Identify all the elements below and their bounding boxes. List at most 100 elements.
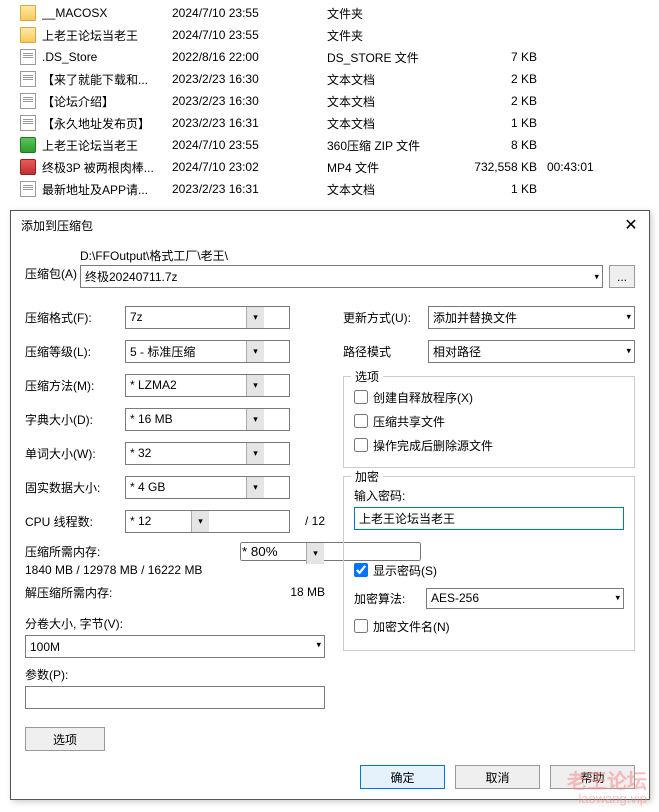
mem-compress-value: 1840 MB / 12978 MB / 16222 MB <box>25 563 325 577</box>
ok-button[interactable]: 确定 <box>360 765 445 789</box>
pathmode-select[interactable] <box>428 340 635 363</box>
enc-alg-select[interactable] <box>426 588 624 609</box>
red-icon <box>20 159 36 175</box>
file-size: 2 KB <box>462 94 547 108</box>
volume-label: 分卷大小, 字节(V): <box>25 615 325 632</box>
options-group: 选项 创建自释放程序(X) 压缩共享文件 操作完成后删除源文件 <box>343 376 635 468</box>
shared-label: 压缩共享文件 <box>373 413 445 430</box>
update-select[interactable] <box>428 306 635 329</box>
file-name: 【来了就能下载和... <box>42 71 172 88</box>
help-button[interactable]: 帮助 <box>550 765 635 789</box>
enc-names-checkbox[interactable] <box>354 619 368 633</box>
file-date: 2023/2/23 16:31 <box>172 182 327 196</box>
word-label: 单词大小(W): <box>25 445 125 462</box>
file-date: 2023/2/23 16:30 <box>172 94 327 108</box>
format-label: 压缩格式(F): <box>25 309 125 326</box>
mem-decompress-value: 18 MB <box>290 585 325 599</box>
update-label: 更新方式(U): <box>343 309 428 326</box>
sfx-label: 创建自释放程序(X) <box>373 389 473 406</box>
file-type: 文件夹 <box>327 5 462 22</box>
cpu-label: CPU 线程数: <box>25 513 125 530</box>
folder-icon <box>20 27 36 43</box>
dict-select[interactable] <box>125 408 290 431</box>
file-icon <box>20 181 36 197</box>
cpu-total: / 12 <box>305 514 325 528</box>
method-label: 压缩方法(M): <box>25 377 125 394</box>
file-row[interactable]: 最新地址及APP请...2023/2/23 16:31文本文档1 KB <box>0 178 659 200</box>
file-duration: 00:43:01 <box>547 160 627 174</box>
file-date: 2024/7/10 23:02 <box>172 160 327 174</box>
file-date: 2024/7/10 23:55 <box>172 138 327 152</box>
level-select[interactable] <box>125 340 290 363</box>
file-size: 1 KB <box>462 182 547 196</box>
options-group-title: 选项 <box>351 368 383 385</box>
encryption-group-title: 加密 <box>351 468 383 485</box>
file-row[interactable]: 【论坛介绍】2023/2/23 16:30文本文档2 KB <box>0 90 659 112</box>
file-type: 文件夹 <box>327 27 462 44</box>
archive-path: D:\FFOutput\格式工厂\老王\ <box>80 247 603 264</box>
file-row[interactable]: .DS_Store2022/8/16 22:00DS_STORE 文件7 KB <box>0 46 659 68</box>
file-size: 8 KB <box>462 138 547 152</box>
file-type: 360压缩 ZIP 文件 <box>327 137 462 154</box>
encryption-group: 加密 输入密码: 显示密码(S) 加密算法: ▾ 加密文件名(N) <box>343 476 635 651</box>
pathmode-label: 路径模式 <box>343 343 428 360</box>
mem-decompress-label: 解压缩所需内存: <box>25 584 290 601</box>
file-row[interactable]: 【来了就能下载和...2023/2/23 16:30文本文档2 KB <box>0 68 659 90</box>
file-type: MP4 文件 <box>327 159 462 176</box>
file-name: 最新地址及APP请... <box>42 181 172 198</box>
file-row[interactable]: 终极3P 被两根肉棒...2024/7/10 23:02MP4 文件732,55… <box>0 156 659 178</box>
file-row[interactable]: 上老王论坛当老王2024/7/10 23:55文件夹 <box>0 24 659 46</box>
file-name: .DS_Store <box>42 50 172 64</box>
file-name: 终极3P 被两根肉棒... <box>42 159 172 176</box>
cancel-button[interactable]: 取消 <box>455 765 540 789</box>
file-type: 文本文档 <box>327 71 462 88</box>
show-password-checkbox[interactable] <box>354 563 368 577</box>
file-row[interactable]: __MACOSX2024/7/10 23:55文件夹 <box>0 2 659 24</box>
dialog-titlebar: 添加到压缩包 ✕ <box>11 211 649 239</box>
password-label: 输入密码: <box>354 487 624 504</box>
file-type: 文本文档 <box>327 115 462 132</box>
file-row[interactable]: 上老王论坛当老王2024/7/10 23:55360压缩 ZIP 文件8 KB <box>0 134 659 156</box>
file-type: 文本文档 <box>327 93 462 110</box>
cpu-select[interactable] <box>125 510 290 533</box>
file-row[interactable]: 【永久地址发布页】2023/2/23 16:31文本文档1 KB <box>0 112 659 134</box>
format-select[interactable] <box>125 306 290 329</box>
file-size: 7 KB <box>462 50 547 64</box>
green-icon <box>20 137 36 153</box>
file-list: __MACOSX2024/7/10 23:55文件夹上老王论坛当老王2024/7… <box>0 0 659 206</box>
file-type: DS_STORE 文件 <box>327 49 462 66</box>
password-input[interactable] <box>354 507 624 530</box>
enc-names-label: 加密文件名(N) <box>373 618 450 635</box>
browse-button[interactable]: ... <box>609 265 635 288</box>
file-name: 【永久地址发布页】 <box>42 115 172 132</box>
file-icon <box>20 93 36 109</box>
mem-compress-label: 压缩所需内存: <box>25 543 240 560</box>
shared-checkbox[interactable] <box>354 414 368 428</box>
file-name: 【论坛介绍】 <box>42 93 172 110</box>
file-size: 1 KB <box>462 116 547 130</box>
delete-label: 操作完成后删除源文件 <box>373 437 493 454</box>
enc-alg-label: 加密算法: <box>354 590 426 607</box>
params-label: 参数(P): <box>25 666 325 683</box>
file-icon <box>20 115 36 131</box>
archive-file-input[interactable] <box>80 265 603 288</box>
show-password-label: 显示密码(S) <box>373 562 437 579</box>
file-date: 2023/2/23 16:31 <box>172 116 327 130</box>
params-input[interactable] <box>25 686 325 709</box>
sfx-checkbox[interactable] <box>354 390 368 404</box>
file-date: 2023/2/23 16:30 <box>172 72 327 86</box>
method-select[interactable] <box>125 374 290 397</box>
file-date: 2024/7/10 23:55 <box>172 6 327 20</box>
volume-input[interactable] <box>25 635 325 658</box>
add-to-archive-dialog: 添加到压缩包 ✕ 压缩包(A) D:\FFOutput\格式工厂\老王\ ▾ .… <box>10 210 650 800</box>
delete-checkbox[interactable] <box>354 438 368 452</box>
options-button[interactable]: 选项 <box>25 727 105 751</box>
word-select[interactable] <box>125 442 290 465</box>
file-name: __MACOSX <box>42 6 172 20</box>
archive-label: 压缩包(A) <box>25 265 80 288</box>
file-size: 2 KB <box>462 72 547 86</box>
file-size: 732,558 KB <box>462 160 547 174</box>
file-type: 文本文档 <box>327 181 462 198</box>
close-icon[interactable]: ✕ <box>621 215 641 235</box>
solid-select[interactable] <box>125 476 290 499</box>
